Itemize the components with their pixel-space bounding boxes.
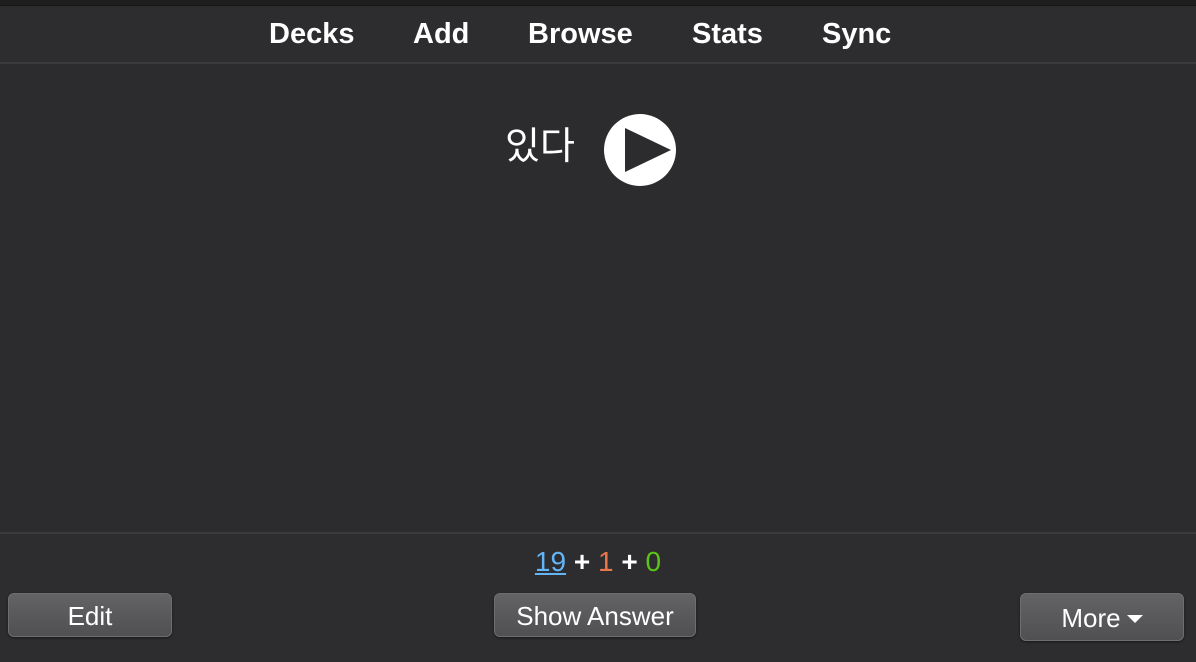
more-button-label: More (1061, 603, 1121, 633)
play-audio-button[interactable] (604, 114, 676, 186)
learning-count: 1 (598, 546, 614, 577)
toolbar-stats-link[interactable]: Stats (692, 16, 763, 52)
edit-button[interactable]: Edit (8, 593, 172, 637)
card-front-text: 있다 (505, 124, 575, 168)
more-button[interactable]: More (1020, 593, 1184, 641)
new-count[interactable]: 19 (535, 546, 566, 577)
count-separator: + (621, 546, 646, 577)
toolbar-browse-link[interactable]: Browse (528, 16, 633, 52)
caret-down-icon (1126, 615, 1143, 624)
play-icon (625, 128, 671, 172)
count-separator: + (573, 546, 598, 577)
toolbar-decks-link[interactable]: Decks (269, 16, 354, 52)
due-counts: 19 + 1 + 0 (0, 544, 1196, 580)
toolbar-sync-link[interactable]: Sync (822, 16, 891, 52)
toolbar-add-link[interactable]: Add (413, 16, 469, 52)
show-answer-button[interactable]: Show Answer (494, 593, 696, 637)
top-toolbar: Decks Add Browse Stats Sync (0, 6, 1196, 64)
anki-review-window: Decks Add Browse Stats Sync 있다 19 + 1 + … (0, 0, 1196, 662)
card-content: 있다 (0, 64, 1196, 532)
bottom-bar: 19 + 1 + 0 Edit Show Answer More (0, 532, 1196, 662)
review-count: 0 (645, 546, 662, 577)
